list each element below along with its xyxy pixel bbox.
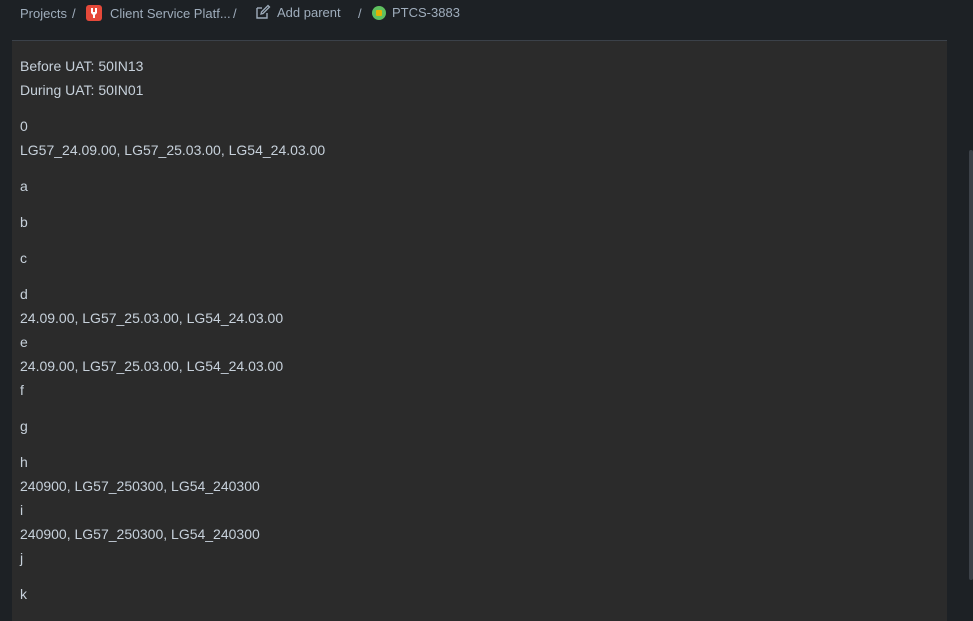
label-b: b <box>20 214 28 230</box>
label-e: e <box>20 334 28 350</box>
label-k: k <box>20 586 27 602</box>
breadcrumb-separator: / <box>358 6 362 21</box>
project-icon <box>86 5 102 21</box>
uat-during-text: During UAT: 50IN01 <box>20 82 144 98</box>
project-name: Client Service Platf... <box>110 5 231 21</box>
breadcrumb-project-link[interactable]: Client Service Platf... <box>86 5 231 21</box>
label-d: d <box>20 286 28 302</box>
breadcrumb-projects-link[interactable]: Projects <box>20 6 67 21</box>
story-icon <box>372 5 386 20</box>
issue-key: PTCS-3883 <box>392 5 460 20</box>
breadcrumb-separator: / <box>72 6 76 21</box>
value-0: LG57_24.09.00, LG57_25.03.00, LG54_24.03… <box>20 142 326 158</box>
add-parent-label: Add parent <box>277 4 341 20</box>
scrollbar-thumb[interactable] <box>969 150 973 580</box>
label-g: g <box>20 418 28 434</box>
label-c: c <box>20 250 27 266</box>
edit-icon <box>255 4 271 20</box>
label-f: f <box>20 382 24 398</box>
value-i: 240900, LG57_250300, LG54_240300 <box>20 526 260 542</box>
value-e: 24.09.00, LG57_25.03.00, LG54_24.03.00 <box>20 358 284 374</box>
label-j: j <box>20 550 24 566</box>
issue-key-link[interactable]: PTCS-3883 <box>372 5 460 20</box>
label-0: 0 <box>20 118 28 134</box>
label-a: a <box>20 178 28 194</box>
value-h: 240900, LG57_250300, LG54_240300 <box>20 478 260 494</box>
add-parent-button[interactable]: Add parent <box>255 4 341 20</box>
label-i: i <box>20 502 24 518</box>
breadcrumb: Projects / Client Service Platf... / Add… <box>0 0 973 30</box>
breadcrumb-separator: / <box>233 6 237 21</box>
value-d: 24.09.00, LG57_25.03.00, LG54_24.03.00 <box>20 310 284 326</box>
label-h: h <box>20 454 28 470</box>
uat-before-text: Before UAT: 50IN13 <box>20 58 144 74</box>
